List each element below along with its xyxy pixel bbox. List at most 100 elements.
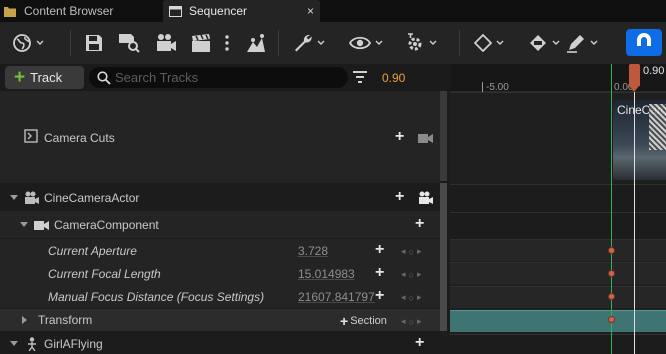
- add-key-button[interactable]: +: [375, 265, 384, 281]
- more-options-button[interactable]: [224, 32, 230, 54]
- save-button[interactable]: [85, 32, 103, 54]
- add-section-label: Section: [350, 315, 387, 327]
- add-track-button[interactable]: + Track: [5, 66, 84, 89]
- next-key-icon[interactable]: ▸: [417, 269, 422, 280]
- playhead-handle[interactable]: [629, 64, 640, 86]
- track-girl-a-flying[interactable]: GirlAFlying +: [0, 333, 440, 354]
- outliner-scrollbar[interactable]: [440, 183, 447, 331]
- prev-key-icon[interactable]: ◂: [401, 269, 406, 280]
- playback-options-dropdown[interactable]: [405, 32, 437, 54]
- add-key-button[interactable]: +: [375, 288, 384, 304]
- prev-key-icon[interactable]: ◂: [401, 316, 406, 327]
- prev-key-icon[interactable]: ◂: [401, 292, 406, 303]
- add-key-button[interactable]: +: [375, 242, 384, 258]
- collapse-arrow-icon[interactable]: [20, 222, 28, 227]
- tools-dropdown[interactable]: [293, 32, 325, 54]
- playhead-tip: [629, 86, 639, 92]
- camera-actors-button[interactable]: [155, 32, 177, 54]
- key-navigation[interactable]: ◂ ○ ▸: [401, 316, 422, 327]
- filter-button[interactable]: [352, 70, 368, 87]
- current-time-display[interactable]: 0.90: [382, 71, 405, 85]
- save-find-icon: [118, 33, 140, 53]
- camera-cut-section[interactable]: CineCam: [613, 100, 666, 180]
- property-value-input[interactable]: 21607.841797: [298, 290, 375, 304]
- key-behavior-dropdown[interactable]: [474, 32, 504, 54]
- keyframe[interactable]: [608, 270, 615, 277]
- add-key-circle-icon[interactable]: ○: [409, 270, 414, 280]
- track-current-aperture[interactable]: Current Aperture 3.728 + ◂ ○ ▸: [0, 239, 440, 262]
- camera-cuts-label: Camera Cuts: [44, 131, 115, 145]
- key-navigation[interactable]: ◂ ○ ▸: [401, 269, 422, 280]
- camera-cut-lock-icon[interactable]: [418, 191, 434, 207]
- key-navigation[interactable]: ◂ ○ ▸: [401, 292, 422, 303]
- search-bar: [89, 67, 348, 88]
- add-key-circle-icon[interactable]: ○: [409, 317, 414, 327]
- toolbar-divider: [459, 30, 460, 56]
- graph-icon: [246, 33, 266, 53]
- keyframe[interactable]: [608, 293, 615, 300]
- world-icon: [12, 33, 32, 53]
- track-camera-cuts[interactable]: Camera Cuts +: [0, 91, 440, 183]
- add-camera-cut-button[interactable]: +: [395, 129, 404, 145]
- chevron-down-icon: [375, 40, 383, 45]
- outliner-header: + Track 0.90: [0, 64, 450, 91]
- render-movie-button[interactable]: [190, 32, 212, 54]
- playhead-time-label: 0.90: [643, 65, 665, 77]
- snap-magnet-icon: [635, 32, 653, 53]
- tab-sequencer[interactable]: Sequencer ×: [163, 0, 320, 22]
- keyframe[interactable]: [608, 247, 615, 254]
- next-key-icon[interactable]: ▸: [417, 246, 422, 257]
- clapperboard-icon: [190, 33, 212, 53]
- keyframe[interactable]: [608, 316, 615, 323]
- add-section-button[interactable]: + Section: [340, 313, 387, 329]
- prev-key-icon[interactable]: ◂: [401, 246, 406, 257]
- timeline-panel[interactable]: -5.00 0.00 CineCam 0.90: [450, 64, 666, 354]
- property-name: Current Focal Length: [48, 267, 161, 281]
- camera-lock-icon[interactable]: [418, 131, 433, 146]
- chevron-down-icon: [552, 40, 560, 45]
- edit-mode-dropdown[interactable]: [566, 32, 598, 54]
- tab-sequencer-label: Sequencer: [189, 4, 248, 18]
- add-to-actor-button[interactable]: +: [415, 335, 424, 351]
- track-transform[interactable]: Transform + Section ◂ ○ ▸: [0, 309, 440, 331]
- property-value-input[interactable]: 3.728: [298, 244, 328, 258]
- ruler-tick: [482, 82, 483, 92]
- collapse-arrow-icon[interactable]: [10, 341, 18, 346]
- track-cine-camera-actor[interactable]: CineCameraActor +: [0, 184, 440, 211]
- search-tracks-input[interactable]: [115, 70, 335, 85]
- chevron-down-icon: [36, 40, 44, 45]
- chevron-down-icon: [496, 40, 504, 45]
- chevron-down-icon: [590, 40, 598, 45]
- track-camera-component[interactable]: CameraComponent +: [0, 211, 440, 238]
- property-value-input[interactable]: 15.014983: [298, 267, 355, 281]
- toolbar-divider: [278, 30, 279, 56]
- curve-editor-button[interactable]: [246, 32, 266, 54]
- camera-cuts-icon: [24, 129, 38, 146]
- skeletal-mesh-icon: [26, 337, 38, 354]
- expand-arrow-icon[interactable]: [22, 316, 27, 324]
- save-as-button[interactable]: [118, 32, 140, 54]
- close-icon[interactable]: ×: [307, 4, 314, 18]
- outliner-scrollbar-upper[interactable]: [440, 91, 447, 181]
- plus-icon: +: [14, 67, 26, 88]
- world-button[interactable]: [12, 32, 44, 54]
- snap-toggle-button[interactable]: [626, 29, 662, 56]
- add-key-circle-icon[interactable]: ○: [409, 247, 414, 257]
- sequencer-toolbar: [0, 22, 666, 64]
- tab-content-browser[interactable]: Content Browser: [4, 0, 154, 22]
- key-group-dropdown[interactable]: [528, 32, 560, 54]
- next-actor-label: GirlAFlying: [44, 337, 103, 351]
- add-to-component-button[interactable]: +: [415, 216, 424, 232]
- view-options-dropdown[interactable]: [349, 32, 383, 54]
- collapse-arrow-icon[interactable]: [10, 195, 18, 200]
- chevron-down-icon: [317, 40, 325, 45]
- plus-icon: +: [340, 313, 349, 329]
- next-key-icon[interactable]: ▸: [417, 292, 422, 303]
- add-to-actor-button[interactable]: +: [395, 189, 404, 205]
- next-key-icon[interactable]: ▸: [417, 316, 422, 327]
- add-key-circle-icon[interactable]: ○: [409, 293, 414, 303]
- track-current-focal-length[interactable]: Current Focal Length 15.014983 + ◂ ○ ▸: [0, 262, 440, 285]
- track-manual-focus-distance[interactable]: Manual Focus Distance (Focus Settings) 2…: [0, 285, 440, 308]
- folder-icon: [4, 6, 16, 17]
- key-navigation[interactable]: ◂ ○ ▸: [401, 246, 422, 257]
